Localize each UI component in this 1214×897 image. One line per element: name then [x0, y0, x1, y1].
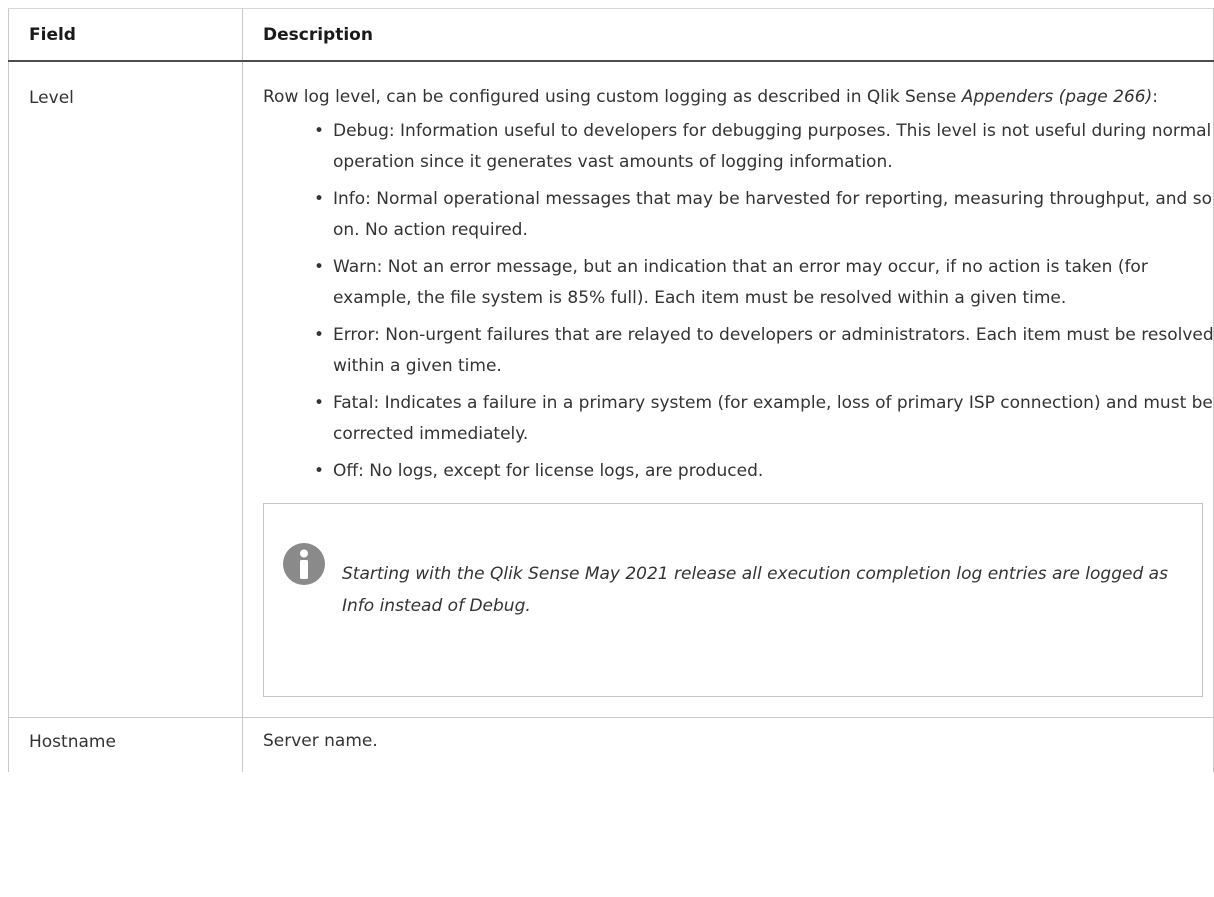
- list-item: • Fatal: Indicates a failure in a primary…: [311, 388, 1214, 450]
- note-text: Starting with the Qlik Sense May 2021 re…: [342, 563, 1168, 616]
- list-item: • Warn: Not an error message, but an indi…: [311, 252, 1214, 314]
- description-cell-level: Row log level, can be configured using c…: [242, 60, 1214, 718]
- bullet-icon: •: [314, 120, 325, 141]
- list-item: • Debug: Information useful to developers…: [311, 116, 1214, 178]
- description-cell-hostname: Server name.: [242, 717, 1214, 772]
- table-row-hostname: Hostname Server name.: [8, 717, 1214, 772]
- level-bullet-list: • Debug: Information useful to developers…: [263, 116, 1214, 487]
- bullet-text-error: Error: Non-urgent failures that are rela…: [333, 324, 1214, 376]
- bullet-text-fatal: Fatal: Indicates a failure in a primary …: [333, 392, 1213, 444]
- bullet-icon: •: [314, 256, 325, 277]
- bullet-text-debug: Debug: Information useful to developers …: [333, 120, 1212, 172]
- field-cell-hostname: Hostname: [8, 717, 243, 772]
- bullet-icon: •: [314, 324, 325, 345]
- info-note: Starting with the Qlik Sense May 2021 re…: [263, 502, 1203, 697]
- field-cell-level: Level: [8, 60, 243, 718]
- bullet-text-info: Info: Normal operational messages that m…: [333, 188, 1212, 240]
- level-intro-text: Row log level, can be configured using c…: [263, 86, 962, 107]
- list-item: • Off: No logs, except for license logs, …: [311, 456, 1214, 487]
- level-intro-suffix: :: [1152, 86, 1158, 107]
- bullet-text-warn: Warn: Not an error message, but an indic…: [333, 256, 1148, 308]
- info-icon: [283, 542, 325, 585]
- bullet-icon: •: [314, 460, 325, 481]
- field-description-table: Field Description Level Row log level, c…: [8, 8, 1214, 772]
- level-intro: Row log level, can be configured using c…: [263, 82, 1203, 113]
- header-description: Description: [242, 8, 1214, 62]
- table-header-row: Field Description: [8, 8, 1214, 62]
- bullet-text-off: Off: No logs, except for license logs, a…: [333, 460, 764, 481]
- bullet-icon: •: [314, 392, 325, 413]
- header-field: Field: [8, 8, 243, 62]
- bullet-icon: •: [314, 188, 325, 209]
- list-item: • Error: Non-urgent failures that are rel…: [311, 320, 1214, 382]
- list-item: • Info: Normal operational messages that …: [311, 184, 1214, 246]
- appenders-link[interactable]: Appenders (page 266): [962, 87, 1153, 107]
- table-row-level: Level Row log level, can be configured u…: [8, 60, 1214, 718]
